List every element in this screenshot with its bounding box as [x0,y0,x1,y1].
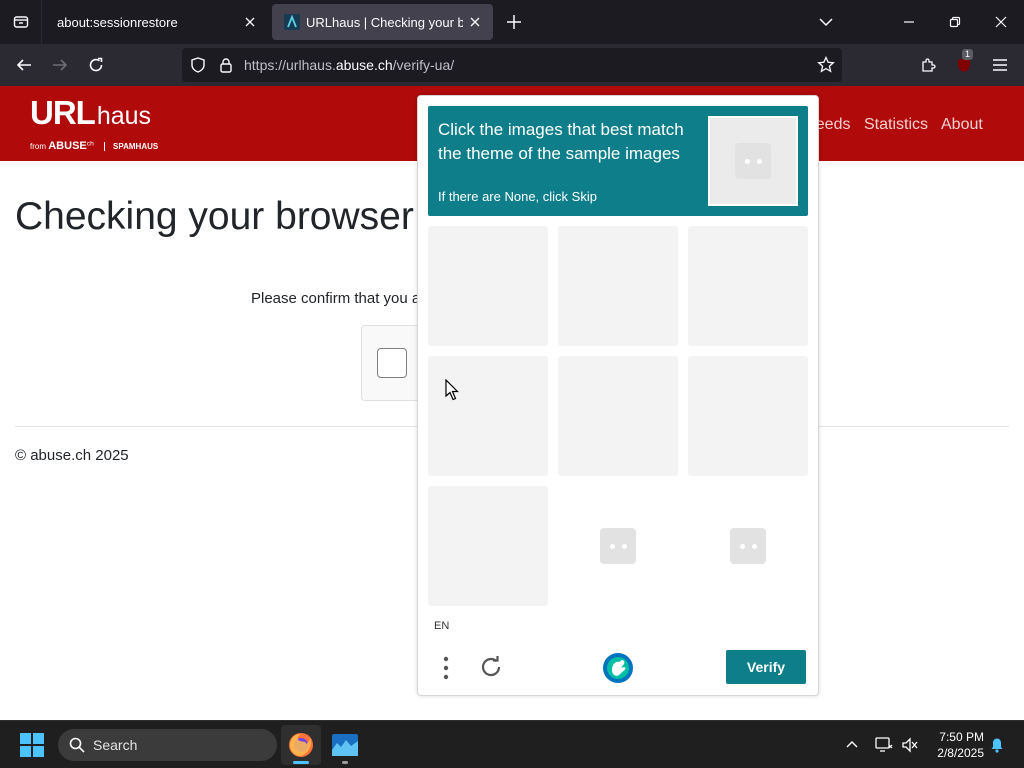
image-loading-icon [735,143,771,179]
url-text: https://urlhaus.abuse.ch/verify-ua/ [244,57,454,73]
puzzle-icon [922,58,936,72]
new-tab-button[interactable] [502,10,526,34]
challenge-image-tile[interactable] [688,356,808,476]
menu-button[interactable] [986,51,1014,79]
hcaptcha-logo-icon[interactable] [602,652,634,684]
taskbar-app[interactable] [325,725,365,765]
taskbar-firefox[interactable] [281,725,321,765]
reload-icon [89,57,103,72]
urlhaus-favicon-icon [284,14,300,30]
close-tab-icon[interactable] [463,10,487,34]
windows-taskbar: Search 7:50 PM 2/8/2025 [0,720,1024,768]
system-clock[interactable]: 7:50 PM 2/8/2025 [928,729,984,761]
navigation-toolbar: https://urlhaus.abuse.ch/verify-ua/ 1 [0,44,1024,86]
tab-sessionrestore[interactable]: about:sessionrestore [44,4,268,40]
urlhaus-logo[interactable]: URLhaus from ABUSEch SPAMHAUS [30,94,159,152]
challenge-image-tile[interactable] [558,356,678,476]
tab-list-icon [13,16,28,28]
search-icon [67,735,87,755]
volume-muted-icon[interactable] [900,735,920,755]
shield-icon[interactable] [184,51,212,79]
logo-spamhaus-text: SPAMHAUS [104,142,159,151]
chevron-down-icon [819,18,833,27]
lock-icon[interactable] [212,51,240,79]
language-selector[interactable]: EN [434,620,449,632]
clock-date: 2/8/2025 [937,746,984,760]
forward-button[interactable] [46,51,74,79]
captcha-challenge-dialog: Click the images that best match the the… [417,95,819,696]
back-button[interactable] [10,51,38,79]
challenge-image-tile[interactable] [558,486,678,606]
challenge-image-tile[interactable] [688,226,808,346]
nav-link-about[interactable]: About [941,116,983,134]
taskbar-search[interactable]: Search [58,729,277,761]
tab-title: about:sessionrestore [57,14,178,30]
challenge-prompt-text: Click the images that best match the the… [438,120,684,163]
logo-from-text: from [30,142,46,151]
challenge-image-tile[interactable] [428,486,548,606]
plus-icon [507,15,521,29]
page-heading: Checking your browser [15,195,414,238]
close-icon [995,16,1007,28]
logo-sub-text: haus [96,102,152,130]
ublock-extension-button[interactable]: 1 [950,49,978,79]
url-prefix: https://urlhaus. [244,57,336,73]
minimize-icon [904,21,914,23]
search-label: Search [93,737,138,753]
image-loading-icon [730,528,766,564]
restore-button[interactable] [938,6,972,38]
windows-start-icon[interactable] [20,733,44,757]
active-indicator [293,761,309,764]
close-window-button[interactable] [984,6,1018,38]
refresh-challenge-button[interactable] [476,652,506,682]
logo-main-text: URL [30,94,96,131]
challenge-prompt: Click the images that best match the the… [428,106,808,216]
address-bar[interactable]: https://urlhaus.abuse.ch/verify-ua/ [182,48,842,82]
list-all-tabs-button[interactable] [0,0,42,44]
restore-icon [949,16,961,28]
minimize-button[interactable] [892,6,926,38]
footer-copyright: © abuse.ch 2025 [15,447,129,464]
logo-abuse-sup: ch [86,140,94,148]
sample-image [708,116,798,206]
tab-title: URLhaus | Checking your browse [306,14,463,30]
logo-abuse-text: ABUSE [48,140,87,152]
challenge-image-tile[interactable] [688,486,808,606]
arrow-left-icon [16,59,31,71]
running-indicator [342,761,348,764]
more-options-button[interactable] [436,654,456,682]
firefox-icon [289,733,313,757]
challenge-subprompt-text: If there are None, click Skip [438,189,597,204]
url-path: /verify-ua/ [392,57,455,73]
reload-button[interactable] [82,51,110,79]
challenge-image-tile[interactable] [428,356,548,476]
extensions-button[interactable] [914,51,942,79]
notification-bell-icon[interactable] [987,735,1007,755]
vertical-dots-icon [443,656,449,680]
extension-badge: 1 [962,49,974,60]
bookmark-star-icon[interactable] [812,51,840,79]
challenge-image-tile[interactable] [558,226,678,346]
tab-urlhaus[interactable]: URLhaus | Checking your browse [272,4,493,40]
url-domain: abuse.ch [335,57,393,73]
mouse-cursor-icon [445,379,459,401]
logo-byline: from ABUSEch SPAMHAUS [30,140,159,152]
verify-button[interactable]: Verify [726,650,806,684]
tabs-overflow-button[interactable] [814,10,838,34]
close-tab-icon[interactable] [238,10,262,34]
arrow-right-icon [53,59,68,71]
clock-time: 7:50 PM [939,730,984,744]
captcha-checkbox[interactable] [377,348,407,378]
hamburger-menu-icon [993,59,1007,71]
app-icon [332,734,358,756]
nav-link-statistics[interactable]: Statistics [864,116,928,134]
show-hidden-icons-chevron-up-icon[interactable] [842,735,862,755]
refresh-icon [481,656,501,677]
challenge-image-tile[interactable] [428,226,548,346]
image-loading-icon [600,528,636,564]
tab-bar: about:sessionrestore URLhaus | Checking … [0,0,1024,44]
network-icon[interactable] [874,735,894,755]
